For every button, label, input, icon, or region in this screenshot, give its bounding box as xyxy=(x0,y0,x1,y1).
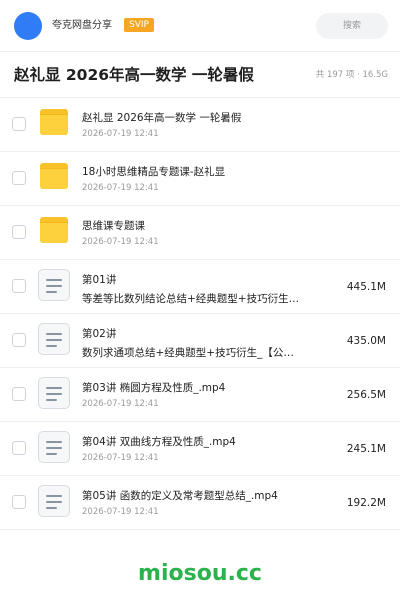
folder-icon xyxy=(40,163,68,189)
checkbox[interactable] xyxy=(12,279,26,293)
page-title: 赵礼显 2026年高一数学 一轮暑假 xyxy=(14,66,254,84)
folder-icon xyxy=(40,109,68,135)
list-item[interactable]: 第04讲 双曲线方程及性质_.mp4 2026-07-19 12:41 245.… xyxy=(0,422,400,476)
list-item[interactable]: 思维课专题课 2026-07-19 12:41 xyxy=(0,206,400,260)
item-name: 第01讲 xyxy=(82,274,117,286)
item-name: 第03讲 椭圆方程及性质_.mp4 xyxy=(82,382,226,394)
list-item[interactable]: 第03讲 椭圆方程及性质_.mp4 2026-07-19 12:41 256.5… xyxy=(0,368,400,422)
file-list: 赵礼显 2026年高一数学 一轮暑假 2026-07-19 12:41 18小时… xyxy=(0,98,400,530)
list-item[interactable]: 第05讲 函数的定义及常考题型总结_.mp4 2026-07-19 12:41 … xyxy=(0,476,400,530)
checkbox[interactable] xyxy=(12,171,26,185)
item-name: 第05讲 函数的定义及常考题型总结_.mp4 xyxy=(82,490,278,502)
folder-icon xyxy=(40,217,68,243)
avatar[interactable] xyxy=(14,12,42,40)
item-size: 245.1M xyxy=(346,443,386,455)
document-icon xyxy=(38,431,70,463)
list-item[interactable]: 第01讲 等差等比数列结论总结+经典题型+技巧衍生… 445.1M xyxy=(0,260,400,314)
item-name: 第04讲 双曲线方程及性质_.mp4 xyxy=(82,436,236,448)
item-date: 2026-07-19 12:41 xyxy=(82,183,159,193)
app-name: 夸克网盘分享 xyxy=(52,20,112,31)
item-size: 256.5M xyxy=(346,389,386,401)
item-name: 思维课专题课 xyxy=(82,220,145,232)
list-item[interactable]: 18小时思维精品专题课-赵礼显 2026-07-19 12:41 xyxy=(0,152,400,206)
search-input[interactable]: 搜索 xyxy=(316,13,388,39)
item-date: 2026-07-19 12:41 xyxy=(82,237,159,247)
top-bar: 夸克网盘分享 SVIP 搜索 xyxy=(0,0,400,52)
item-name: 第02讲 xyxy=(82,328,117,340)
document-icon xyxy=(38,377,70,409)
item-size: 435.0M xyxy=(346,335,386,347)
list-item[interactable]: 赵礼显 2026年高一数学 一轮暑假 2026-07-19 12:41 xyxy=(0,98,400,152)
item-size: 445.1M xyxy=(346,281,386,293)
document-icon xyxy=(38,485,70,517)
checkbox[interactable] xyxy=(12,495,26,509)
item-date: 2026-07-19 12:41 xyxy=(82,507,159,517)
document-icon xyxy=(38,269,70,301)
document-icon xyxy=(38,323,70,355)
item-description: 等差等比数列结论总结+经典题型+技巧衍生… xyxy=(82,293,300,305)
checkbox[interactable] xyxy=(12,441,26,455)
checkbox[interactable] xyxy=(12,117,26,131)
svip-badge: SVIP xyxy=(124,18,154,32)
item-date: 2026-07-19 12:41 xyxy=(82,129,159,139)
site-watermark: miosou.cc xyxy=(138,561,262,586)
list-item[interactable]: 第02讲 数列求通项总结+经典题型+技巧衍生_【公… 435.0M xyxy=(0,314,400,368)
folder-summary: 共 197 项 · 16.5G xyxy=(315,70,388,80)
checkbox[interactable] xyxy=(12,387,26,401)
checkbox[interactable] xyxy=(12,225,26,239)
item-date: 2026-07-19 12:41 xyxy=(82,453,159,463)
item-size: 192.2M xyxy=(346,497,386,509)
item-date: 2026-07-19 12:41 xyxy=(82,399,159,409)
folder-header: 赵礼显 2026年高一数学 一轮暑假 共 197 项 · 16.5G xyxy=(0,52,400,98)
checkbox[interactable] xyxy=(12,333,26,347)
item-name: 赵礼显 2026年高一数学 一轮暑假 xyxy=(82,112,242,124)
item-name: 18小时思维精品专题课-赵礼显 xyxy=(82,166,226,178)
item-description: 数列求通项总结+经典题型+技巧衍生_【公… xyxy=(82,347,294,359)
